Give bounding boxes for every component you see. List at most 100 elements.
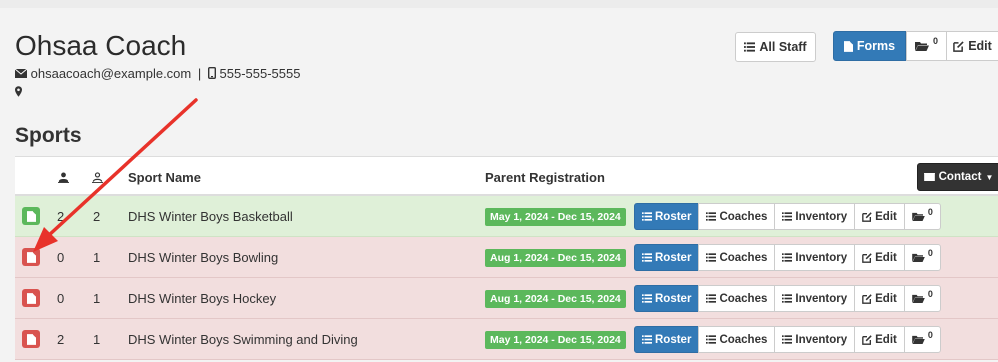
email-text[interactable]: ohsaacoach@example.com xyxy=(31,66,192,81)
sport-name: DHS Winter Boys Hockey xyxy=(128,291,277,306)
caret-down-icon: ▼ xyxy=(985,172,994,182)
roster-button[interactable]: Roster xyxy=(634,285,700,312)
roster-button[interactable]: Roster xyxy=(634,326,700,353)
registration-date-badge: May 1, 2024 - Dec 15, 2024 xyxy=(485,208,626,226)
edit-profile-button[interactable]: Edit xyxy=(946,31,998,61)
list-icon xyxy=(642,212,652,221)
edit-icon xyxy=(953,41,964,52)
map-marker-icon xyxy=(15,86,22,97)
row-actions: Roster Coaches Inventory Edit 0 xyxy=(634,326,941,353)
edit-label: Edit xyxy=(875,292,897,305)
assistant-coach-count: 2 xyxy=(93,209,101,224)
column-parent-registration: Parent Registration xyxy=(485,170,605,185)
coaches-button[interactable]: Coaches xyxy=(698,326,776,353)
edit-sport-button[interactable]: Edit xyxy=(854,326,905,353)
roster-label: Roster xyxy=(655,210,692,223)
edit-icon xyxy=(862,253,872,263)
edit-icon xyxy=(862,294,872,304)
roster-button[interactable]: Roster xyxy=(634,203,700,230)
roster-label: Roster xyxy=(655,333,692,346)
folder-open-icon xyxy=(915,41,929,51)
assistant-coach-count: 1 xyxy=(93,332,101,347)
edit-sport-button[interactable]: Edit xyxy=(854,285,905,312)
list-icon xyxy=(706,253,716,262)
table-row: 0 1 DHS Winter Boys Bowling Aug 1, 2024 … xyxy=(15,237,998,278)
assistant-coach-count: 1 xyxy=(93,250,101,265)
inventory-button[interactable]: Inventory xyxy=(774,285,856,312)
folder-button[interactable]: 0 xyxy=(903,285,941,312)
edit-icon xyxy=(862,335,872,345)
coaches-label: Coaches xyxy=(719,292,768,305)
edit-sport-button[interactable]: Edit xyxy=(854,244,905,271)
contact-label: Contact xyxy=(938,171,982,183)
folder-open-icon xyxy=(912,253,925,262)
all-staff-button[interactable]: All Staff xyxy=(735,32,816,62)
status-badge[interactable] xyxy=(22,289,40,307)
list-icon xyxy=(642,253,652,262)
coach-profile-page: Ohsaa Coach ohsaacoach@example.com | 555… xyxy=(0,0,998,362)
sport-name: DHS Winter Boys Swimming and Diving xyxy=(128,332,358,347)
envelope-icon xyxy=(15,69,27,78)
forms-label: Forms xyxy=(856,39,896,53)
assistant-coach-icon xyxy=(92,172,103,183)
edit-label: Edit xyxy=(875,333,897,346)
coaches-button[interactable]: Coaches xyxy=(698,285,776,312)
roster-button[interactable]: Roster xyxy=(634,244,700,271)
status-badge[interactable] xyxy=(22,248,40,266)
registration-date-badge: May 1, 2024 - Dec 15, 2024 xyxy=(485,331,626,349)
edit-label: Edit xyxy=(875,251,897,264)
list-icon xyxy=(706,212,716,221)
folder-open-icon xyxy=(912,335,925,344)
folder-count: 0 xyxy=(932,36,938,46)
head-coach-icon xyxy=(58,172,69,183)
list-icon xyxy=(744,42,755,52)
file-icon xyxy=(27,293,36,304)
folder-open-icon xyxy=(912,294,925,303)
edit-label: Edit xyxy=(968,39,992,53)
coaches-button[interactable]: Coaches xyxy=(698,203,776,230)
inventory-label: Inventory xyxy=(795,251,848,264)
top-bar xyxy=(0,0,998,8)
edit-sport-button[interactable]: Edit xyxy=(854,203,905,230)
phone-icon xyxy=(208,67,216,79)
folder-count: 0 xyxy=(927,288,933,299)
list-icon xyxy=(782,253,792,262)
inventory-button[interactable]: Inventory xyxy=(774,244,856,271)
envelope-icon xyxy=(924,173,935,181)
contact-dropdown-button[interactable]: Contact ▼ xyxy=(917,163,998,191)
folder-count: 0 xyxy=(927,247,933,258)
folder-button[interactable]: 0 xyxy=(903,244,941,271)
file-icon xyxy=(844,41,853,52)
coaches-button[interactable]: Coaches xyxy=(698,244,776,271)
roster-label: Roster xyxy=(655,292,692,305)
table-row: 2 1 DHS Winter Boys Swimming and Diving … xyxy=(15,319,998,360)
assistant-coach-count: 1 xyxy=(93,291,101,306)
status-badge[interactable] xyxy=(22,330,40,348)
inventory-button[interactable]: Inventory xyxy=(774,326,856,353)
forms-button[interactable]: Forms xyxy=(833,31,906,61)
row-actions: Roster Coaches Inventory Edit 0 xyxy=(634,285,941,312)
folder-button[interactable]: 0 xyxy=(906,31,947,61)
file-icon xyxy=(27,334,36,345)
folder-button[interactable]: 0 xyxy=(903,203,941,230)
section-title-sports: Sports xyxy=(15,124,82,147)
head-coach-count: 2 xyxy=(57,209,65,224)
folder-button[interactable]: 0 xyxy=(903,326,941,353)
sports-table: Sport Name Parent Registration Contact ▼… xyxy=(15,156,998,360)
row-actions: Roster Coaches Inventory Edit 0 xyxy=(634,244,941,271)
head-coach-count: 2 xyxy=(57,332,65,347)
head-coach-count: 0 xyxy=(57,291,65,306)
inventory-button[interactable]: Inventory xyxy=(774,203,856,230)
table-header: Sport Name Parent Registration Contact ▼ xyxy=(15,156,998,196)
list-icon xyxy=(782,212,792,221)
folder-count: 0 xyxy=(927,329,933,340)
file-icon xyxy=(27,252,36,263)
phone-text[interactable]: 555-555-5555 xyxy=(220,66,301,81)
status-badge[interactable] xyxy=(22,207,40,225)
location-row xyxy=(15,84,22,102)
folder-open-icon xyxy=(912,212,925,221)
table-row: 2 2 DHS Winter Boys Basketball May 1, 20… xyxy=(15,196,998,237)
row-actions: Roster Coaches Inventory Edit 0 xyxy=(634,203,941,230)
all-staff-label: All Staff xyxy=(759,40,807,54)
list-icon xyxy=(706,294,716,303)
